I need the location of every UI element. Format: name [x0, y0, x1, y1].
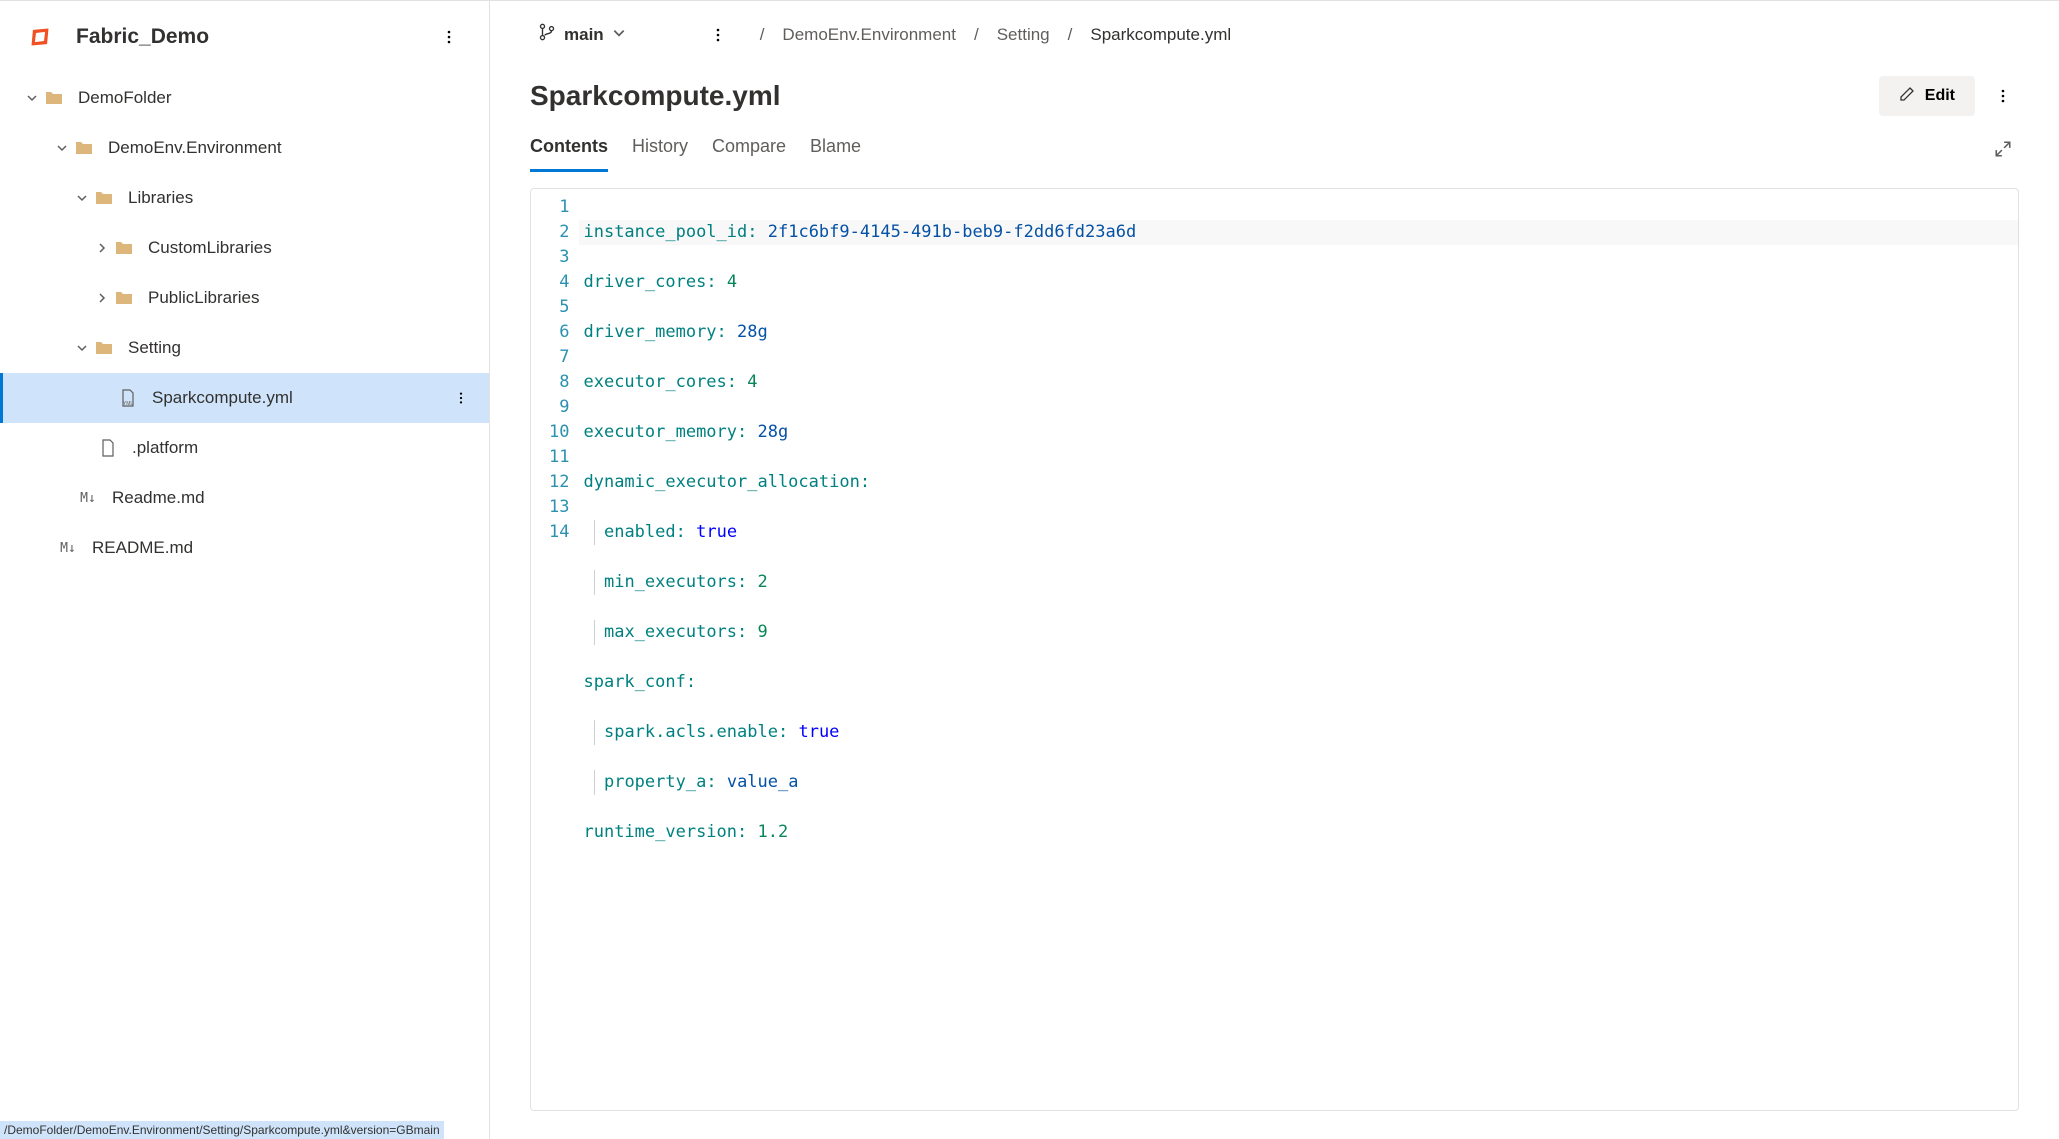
branch-icon	[538, 23, 556, 46]
repo-title: Fabric_Demo	[76, 25, 421, 49]
tree-item-more-button[interactable]	[445, 382, 477, 414]
breadcrumb-separator: /	[1068, 25, 1073, 45]
chevron-down-icon	[24, 90, 40, 106]
markdown-icon: M↓	[78, 488, 98, 508]
breadcrumb-item[interactable]: Setting	[997, 25, 1050, 45]
code-content: instance_pool_id: 2f1c6bf9-4145-491b-beb…	[579, 189, 2018, 1110]
chevron-down-icon	[74, 340, 90, 356]
tree-item-label: Sparkcompute.yml	[152, 388, 293, 408]
yml-file-icon: YML	[118, 388, 138, 408]
markdown-icon: M↓	[58, 538, 78, 558]
svg-text:YML: YML	[123, 401, 134, 407]
chevron-down-icon	[74, 190, 90, 206]
tab-history[interactable]: History	[632, 126, 688, 172]
breadcrumb: / DemoEnv.Environment / Setting / Sparkc…	[760, 25, 1231, 45]
tree-item-label: DemoFolder	[78, 88, 172, 108]
line-numbers-gutter: 1234567891011121314	[531, 189, 579, 1110]
branch-name: main	[564, 25, 604, 45]
fullscreen-button[interactable]	[1987, 133, 2019, 165]
tab-blame[interactable]: Blame	[810, 126, 861, 172]
folder-icon	[114, 238, 134, 258]
tree-item-label: .platform	[132, 438, 198, 458]
file-tree-sidebar: Fabric_Demo DemoFolder DemoEnv.Environme…	[0, 1, 490, 1139]
tree-item-label: Readme.md	[112, 488, 205, 508]
branch-more-button[interactable]	[702, 19, 734, 51]
tree-file-readme1[interactable]: M↓ Readme.md	[0, 473, 489, 523]
file-title: Sparkcompute.yml	[530, 80, 1879, 112]
tree-file-readme2[interactable]: M↓ README.md	[0, 523, 489, 573]
code-editor[interactable]: 1234567891011121314 instance_pool_id: 2f…	[530, 188, 2019, 1111]
tab-contents[interactable]: Contents	[530, 126, 608, 172]
repo-icon	[30, 27, 50, 47]
tree-item-label: PublicLibraries	[148, 288, 260, 308]
chevron-down-icon	[612, 25, 626, 45]
tree-folder-demoenv[interactable]: DemoEnv.Environment	[0, 123, 489, 173]
folder-icon	[94, 338, 114, 358]
breadcrumb-separator: /	[760, 25, 765, 45]
branch-picker[interactable]: main	[530, 17, 634, 52]
repo-more-button[interactable]	[433, 21, 465, 53]
tree-folder-demofolder[interactable]: DemoFolder	[0, 73, 489, 123]
edit-button[interactable]: Edit	[1879, 76, 1975, 116]
folder-icon	[74, 138, 94, 158]
tree-folder-publiclibraries[interactable]: PublicLibraries	[0, 273, 489, 323]
chevron-right-icon	[94, 240, 110, 256]
tab-compare[interactable]: Compare	[712, 126, 786, 172]
folder-icon	[94, 188, 114, 208]
chevron-down-icon	[54, 140, 70, 156]
breadcrumb-separator: /	[974, 25, 979, 45]
status-bar-path: /DemoFolder/DemoEnv.Environment/Setting/…	[0, 1121, 444, 1139]
tree-item-label: Libraries	[128, 188, 193, 208]
edit-label: Edit	[1925, 87, 1955, 105]
breadcrumb-item-current: Sparkcompute.yml	[1090, 25, 1231, 45]
file-more-button[interactable]	[1987, 80, 2019, 112]
chevron-right-icon	[94, 290, 110, 306]
tree-item-label: DemoEnv.Environment	[108, 138, 282, 158]
pencil-icon	[1899, 86, 1915, 107]
tree-folder-libraries[interactable]: Libraries	[0, 173, 489, 223]
breadcrumb-item[interactable]: DemoEnv.Environment	[782, 25, 956, 45]
folder-icon	[44, 88, 64, 108]
tree-file-platform[interactable]: .platform	[0, 423, 489, 473]
folder-icon	[114, 288, 134, 308]
tree-folder-customlibraries[interactable]: CustomLibraries	[0, 223, 489, 273]
file-icon	[98, 438, 118, 458]
tree-item-label: README.md	[92, 538, 193, 558]
tree-item-label: CustomLibraries	[148, 238, 272, 258]
file-tree: DemoFolder DemoEnv.Environment Libraries…	[0, 65, 489, 573]
tree-folder-setting[interactable]: Setting	[0, 323, 489, 373]
tree-item-label: Setting	[128, 338, 181, 358]
main-content: main / DemoEnv.Environment / Setting / S…	[490, 1, 2059, 1139]
tree-file-sparkcompute[interactable]: YML Sparkcompute.yml	[0, 373, 489, 423]
